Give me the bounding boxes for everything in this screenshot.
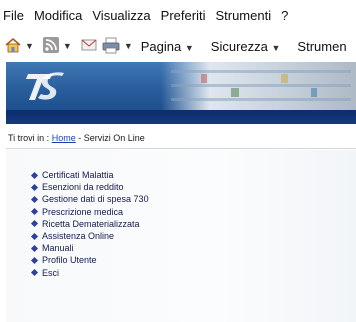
security-menu-label: Sicurezza (210, 38, 268, 54)
service-link-label: Prescrizione medica (42, 206, 124, 217)
service-link-esci[interactable]: Esci (30, 267, 149, 279)
service-link-certificati-malattia[interactable]: Certificati Malattia (30, 169, 149, 181)
service-link-profilo-utente[interactable]: Profilo Utente (30, 254, 149, 266)
breadcrumb: Ti trovi in : Home - Servizi On Line (6, 127, 356, 149)
security-dropdown-icon: ▼ (271, 42, 281, 53)
service-link-label: Assistenza Online (42, 231, 115, 242)
diamond-bullet-icon (30, 195, 39, 204)
breadcrumb-current: Servizi On Line (83, 133, 145, 143)
menu-strumenti[interactable]: Strumenti (215, 8, 271, 23)
services-menu: Certificati Malattia Esenzioni da reddit… (30, 169, 149, 279)
diamond-bullet-icon (30, 220, 39, 228)
read-mail-icon[interactable] (80, 36, 98, 57)
service-link-prescrizione-medica[interactable]: Prescrizione medica (30, 206, 149, 218)
home-dropdown-icon[interactable]: ▼ (25, 41, 34, 51)
diamond-bullet-icon (30, 269, 39, 277)
service-link-assistenza-online[interactable]: Assistenza Online (30, 230, 149, 242)
banner-divider-bar (6, 110, 356, 124)
feed-dropdown-icon[interactable]: ▼ (63, 41, 72, 51)
service-link-label: Esenzioni da reddito (42, 182, 124, 193)
service-link-label: Profilo Utente (42, 255, 97, 266)
pharmacy-shelves-image (161, 62, 356, 110)
diamond-bullet-icon (30, 183, 39, 191)
service-link-manuali[interactable]: Manuali (30, 242, 149, 254)
print-dropdown-icon[interactable]: ▼ (124, 41, 133, 51)
page-menu-label: Pagina (140, 38, 182, 54)
menu-visualizza[interactable]: Visualizza (92, 8, 150, 23)
diamond-bullet-icon (30, 208, 39, 216)
page-dropdown-icon: ▼ (184, 42, 194, 53)
breadcrumb-prefix: Ti trovi in : (8, 133, 50, 143)
services-panel: Certificati Malattia Esenzioni da reddit… (6, 150, 356, 322)
service-link-gestione-spesa-730[interactable]: Gestione dati di spesa 730 (30, 193, 149, 205)
menu-modifica[interactable]: Modifica (34, 8, 82, 23)
diamond-bullet-icon (30, 232, 39, 240)
menu-help[interactable]: ? (281, 8, 288, 23)
diamond-bullet-icon (30, 244, 39, 252)
breadcrumb-home-link[interactable]: Home (52, 133, 76, 143)
home-icon[interactable] (4, 36, 22, 57)
rss-feed-icon[interactable] (42, 36, 60, 57)
tools-menu[interactable]: Strumen (297, 39, 346, 54)
browser-menubar: File Modifica Visualizza Preferiti Strum… (0, 0, 356, 30)
menu-file[interactable]: File (3, 8, 24, 23)
page-menu[interactable]: Pagina ▼ (141, 39, 202, 54)
service-link-esenzioni-reddito[interactable]: Esenzioni da reddito (30, 181, 149, 193)
menu-preferiti[interactable]: Preferiti (161, 8, 206, 23)
service-link-label: Manuali (42, 243, 74, 254)
tools-menu-label: Strumen (297, 38, 347, 54)
ts-logo-icon[interactable] (22, 68, 66, 104)
service-link-label: Esci (42, 267, 60, 278)
service-link-label: Certificati Malattia (42, 170, 114, 181)
breadcrumb-separator: - (78, 133, 82, 143)
security-menu[interactable]: Sicurezza ▼ (211, 39, 289, 54)
diamond-bullet-icon (30, 171, 39, 179)
service-link-label: Ricetta Dematerializzata (42, 218, 140, 229)
service-link-label: Gestione dati di spesa 730 (42, 194, 149, 205)
site-banner (6, 62, 356, 110)
service-link-ricetta-dematerializzata[interactable]: Ricetta Dematerializzata (30, 218, 149, 230)
browser-command-bar: ▼ ▼ ▼ Pagina ▼ Sicurezza ▼ Strumen (0, 30, 356, 62)
print-icon[interactable] (101, 36, 121, 57)
diamond-bullet-icon (30, 256, 39, 264)
